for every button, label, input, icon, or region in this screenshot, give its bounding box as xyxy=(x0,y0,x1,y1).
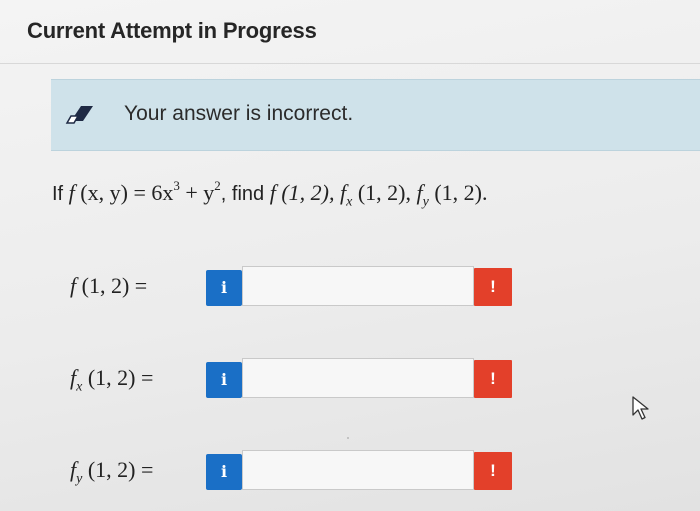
exponent-3: 3 xyxy=(173,177,180,193)
fy-args: (1, 2). xyxy=(428,180,488,205)
question-text: If f (x, y) = 6x3 + y2, find f (1, 2), f… xyxy=(52,177,488,209)
info-button[interactable]: i xyxy=(206,362,242,398)
question-prefix: If xyxy=(52,183,69,205)
answer-input-f[interactable] xyxy=(242,266,474,306)
mouse-cursor-icon xyxy=(632,396,649,420)
answer-input-fy[interactable] xyxy=(242,450,474,490)
info-button[interactable]: i xyxy=(206,270,242,306)
warning-icon: ! xyxy=(474,452,512,490)
label-args: (1, 2) = xyxy=(82,365,154,390)
f-at-point: f (1, 2), xyxy=(269,180,340,205)
label-args: (1, 2) = xyxy=(76,273,148,298)
feedback-banner: Your answer is incorrect. xyxy=(51,79,700,151)
answer-row-f: f (1, 2) = i ! xyxy=(0,262,700,312)
answer-label-f: f (1, 2) = xyxy=(70,273,147,299)
fx-args: (1, 2), xyxy=(352,180,417,205)
info-button[interactable]: i xyxy=(206,454,242,490)
plus-y: + y xyxy=(179,180,215,205)
feedback-message: Your answer is incorrect. xyxy=(124,102,354,125)
answer-input-fx[interactable] xyxy=(242,358,474,398)
exponent-2: 2 xyxy=(214,177,221,193)
page-title: Current Attempt in Progress xyxy=(27,18,317,43)
find-text: , find xyxy=(220,183,270,205)
warning-icon: ! xyxy=(474,360,512,398)
warning-icon: ! xyxy=(474,268,512,306)
label-args: (1, 2) = xyxy=(82,457,154,482)
answer-label-fy: fy (1, 2) = xyxy=(70,457,154,486)
func-args: (x, y) = 6x xyxy=(74,180,174,205)
screen-speck xyxy=(347,437,349,439)
divider xyxy=(0,63,700,64)
answer-row-fy: fy (1, 2) = i ! xyxy=(0,446,700,496)
pencil-eraser-icon xyxy=(65,106,93,124)
answer-label-fx: fx (1, 2) = xyxy=(70,365,154,394)
answer-row-fx: fx (1, 2) = i ! xyxy=(0,354,700,404)
